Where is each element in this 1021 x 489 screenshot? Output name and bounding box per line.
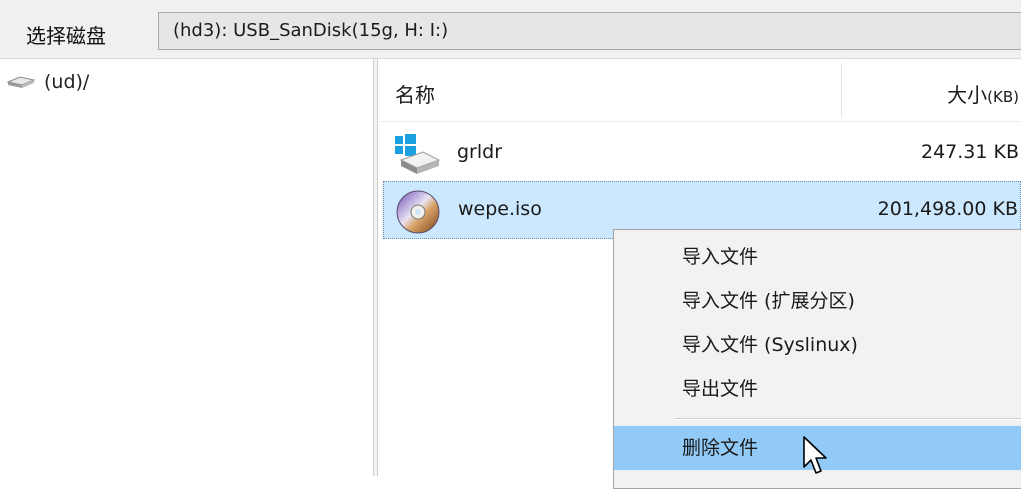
tree-item-ud[interactable]: (ud)/ xyxy=(6,69,89,95)
disc-icon xyxy=(396,190,440,234)
windows-drive-icon xyxy=(395,134,441,174)
file-row[interactable]: grldr 247.31 KB xyxy=(383,125,1021,183)
toolbar: 选择磁盘 (hd3): USB_SanDisk(15g, H: I:) xyxy=(0,0,1021,59)
file-name: grldr xyxy=(457,141,503,163)
menu-item-import-file-syslinux[interactable]: 导入文件 (Syslinux) xyxy=(614,324,1021,366)
folder-tree-pane: (ud)/ xyxy=(0,59,373,476)
column-separator[interactable] xyxy=(841,63,842,117)
column-header-size[interactable]: 大小(KB) xyxy=(947,79,1019,108)
menu-item-import-file-extended[interactable]: 导入文件 (扩展分区) xyxy=(614,280,1021,322)
tree-item-label: (ud)/ xyxy=(44,71,90,93)
disk-select-dropdown[interactable]: (hd3): USB_SanDisk(15g, H: I:) xyxy=(158,12,1021,50)
menu-separator xyxy=(674,418,1021,420)
file-size: 247.31 KB xyxy=(920,141,1019,163)
mouse-cursor-icon xyxy=(803,436,827,474)
file-name: wepe.iso xyxy=(458,198,542,220)
column-header-row: 名称 大小(KB) xyxy=(379,59,1021,122)
column-header-name[interactable]: 名称 xyxy=(395,79,435,108)
drive-icon xyxy=(6,76,36,88)
menu-item-import-file[interactable]: 导入文件 xyxy=(614,236,1021,278)
file-size: 201,498.00 KB xyxy=(877,198,1018,220)
pane-splitter[interactable] xyxy=(373,59,378,476)
select-disk-label: 选择磁盘 xyxy=(26,24,106,48)
menu-item-export-file[interactable]: 导出文件 xyxy=(614,368,1021,410)
